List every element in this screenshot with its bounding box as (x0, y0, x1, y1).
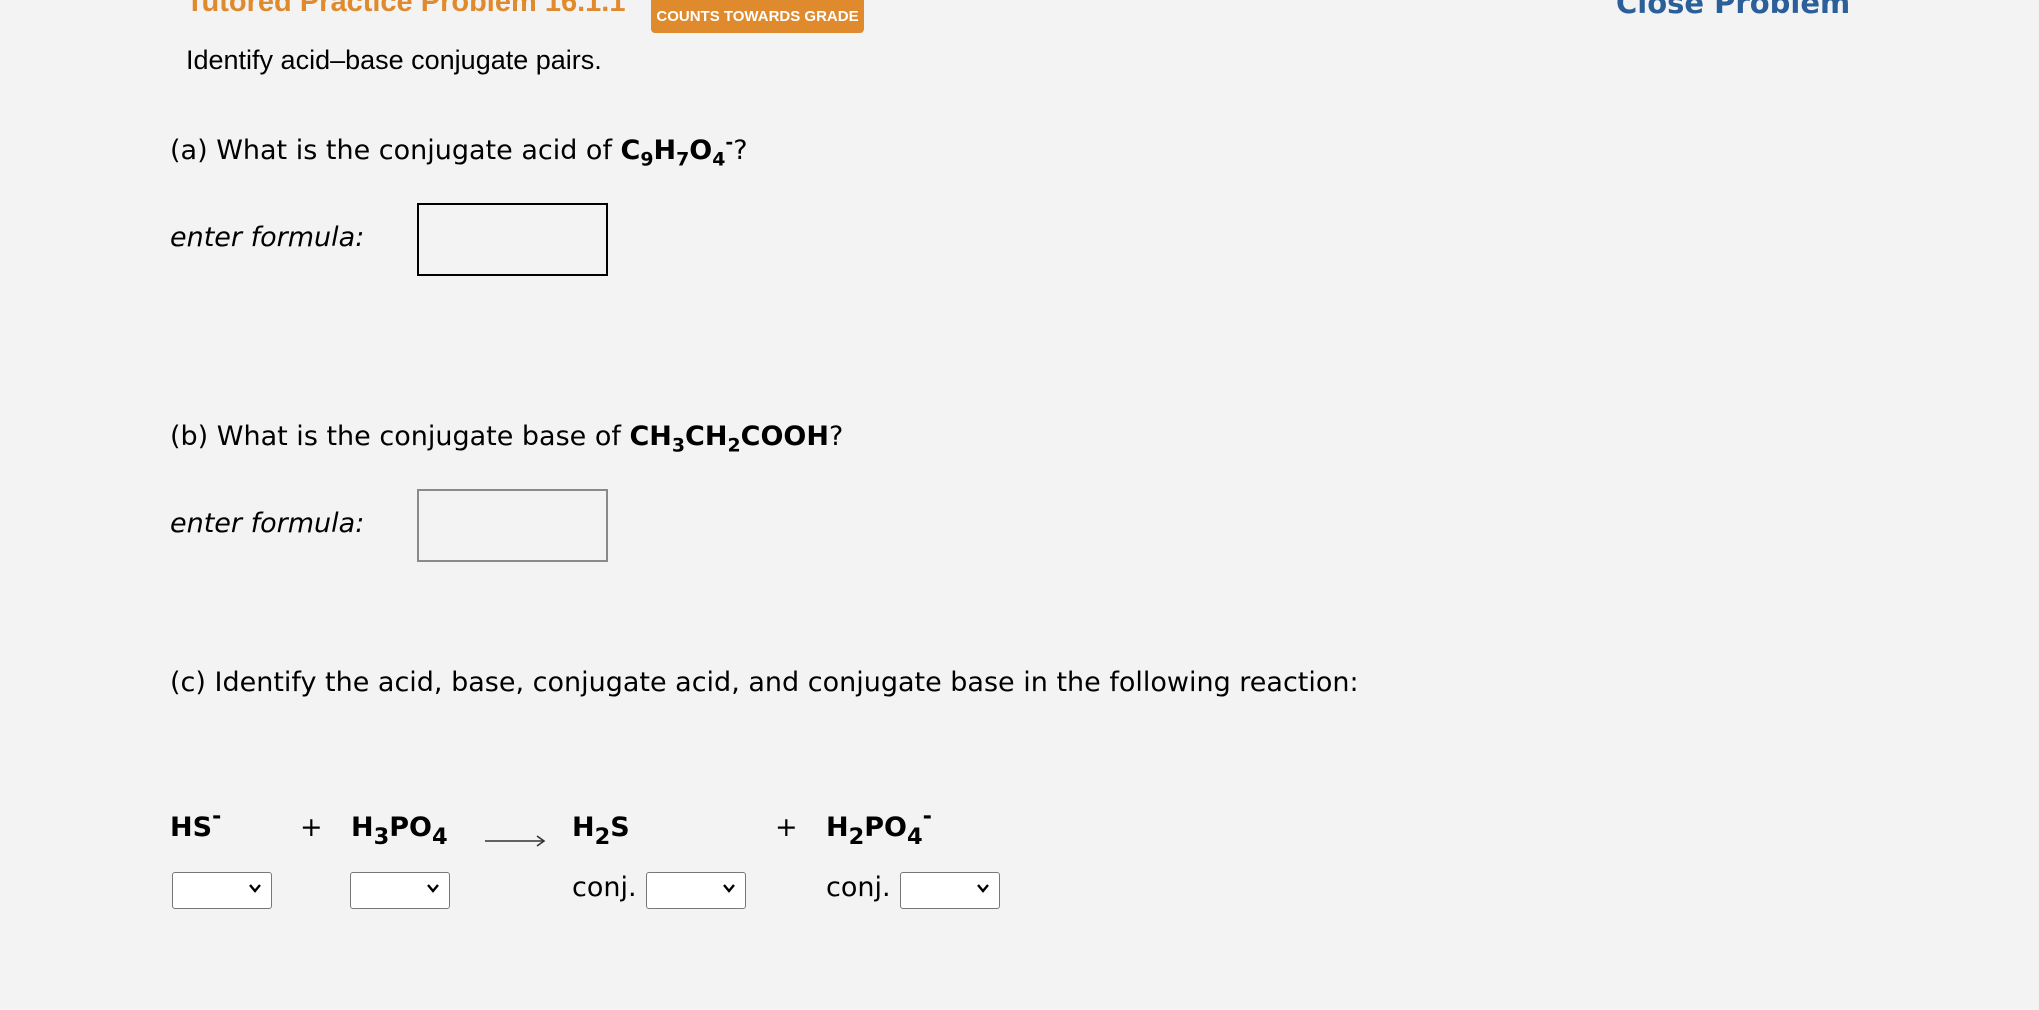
chevron-down-icon (427, 884, 439, 893)
select-hs-role[interactable] (172, 872, 272, 909)
formula-a-input[interactable] (417, 203, 608, 276)
select-h2s-role[interactable] (646, 872, 746, 909)
conj-label: conj. (572, 872, 637, 903)
counts-towards-grade-badge: COUNTS TOWARDS GRADE (651, 0, 864, 33)
chevron-down-icon (249, 884, 261, 893)
conj-label: conj. (826, 872, 891, 903)
formula-b-input[interactable] (417, 489, 608, 562)
question-c: (c) Identify the acid, base, conjugate a… (170, 667, 1359, 698)
problem-intro: Identify acid–base conjugate pairs. (186, 45, 602, 75)
question-a: (a) What is the conjugate acid of C9H7O4… (170, 131, 748, 171)
formula-b-label: enter formula: (170, 508, 365, 539)
species-h2s: H2S (572, 812, 630, 850)
chevron-down-icon (723, 884, 735, 893)
chevron-down-icon (977, 884, 989, 893)
close-problem-link[interactable]: Close Problem (1616, 0, 1850, 20)
question-b: (b) What is the conjugate base of CH3CH2… (170, 421, 844, 457)
problem-title: Tutored Practice Problem 16.1.1 (186, 0, 626, 18)
formula-a: C9H7O4- (620, 131, 734, 171)
plus-sign: + (300, 812, 323, 843)
question-a-text: (a) What is the conjugate acid of (170, 135, 621, 166)
species-h3po4: H3PO4 (351, 812, 448, 850)
formula-a-label: enter formula: (170, 222, 365, 253)
select-h2po4-role[interactable] (900, 872, 1000, 909)
question-b-text: (b) What is the conjugate base of (170, 421, 630, 452)
plus-sign: + (775, 812, 798, 843)
select-h3po4-role[interactable] (350, 872, 450, 909)
species-hs: HS- (170, 803, 222, 843)
formula-b: CH3CH2COOH (629, 421, 829, 457)
long-right-arrow-icon (485, 835, 546, 847)
species-h2po4: H2PO4- (826, 803, 933, 850)
